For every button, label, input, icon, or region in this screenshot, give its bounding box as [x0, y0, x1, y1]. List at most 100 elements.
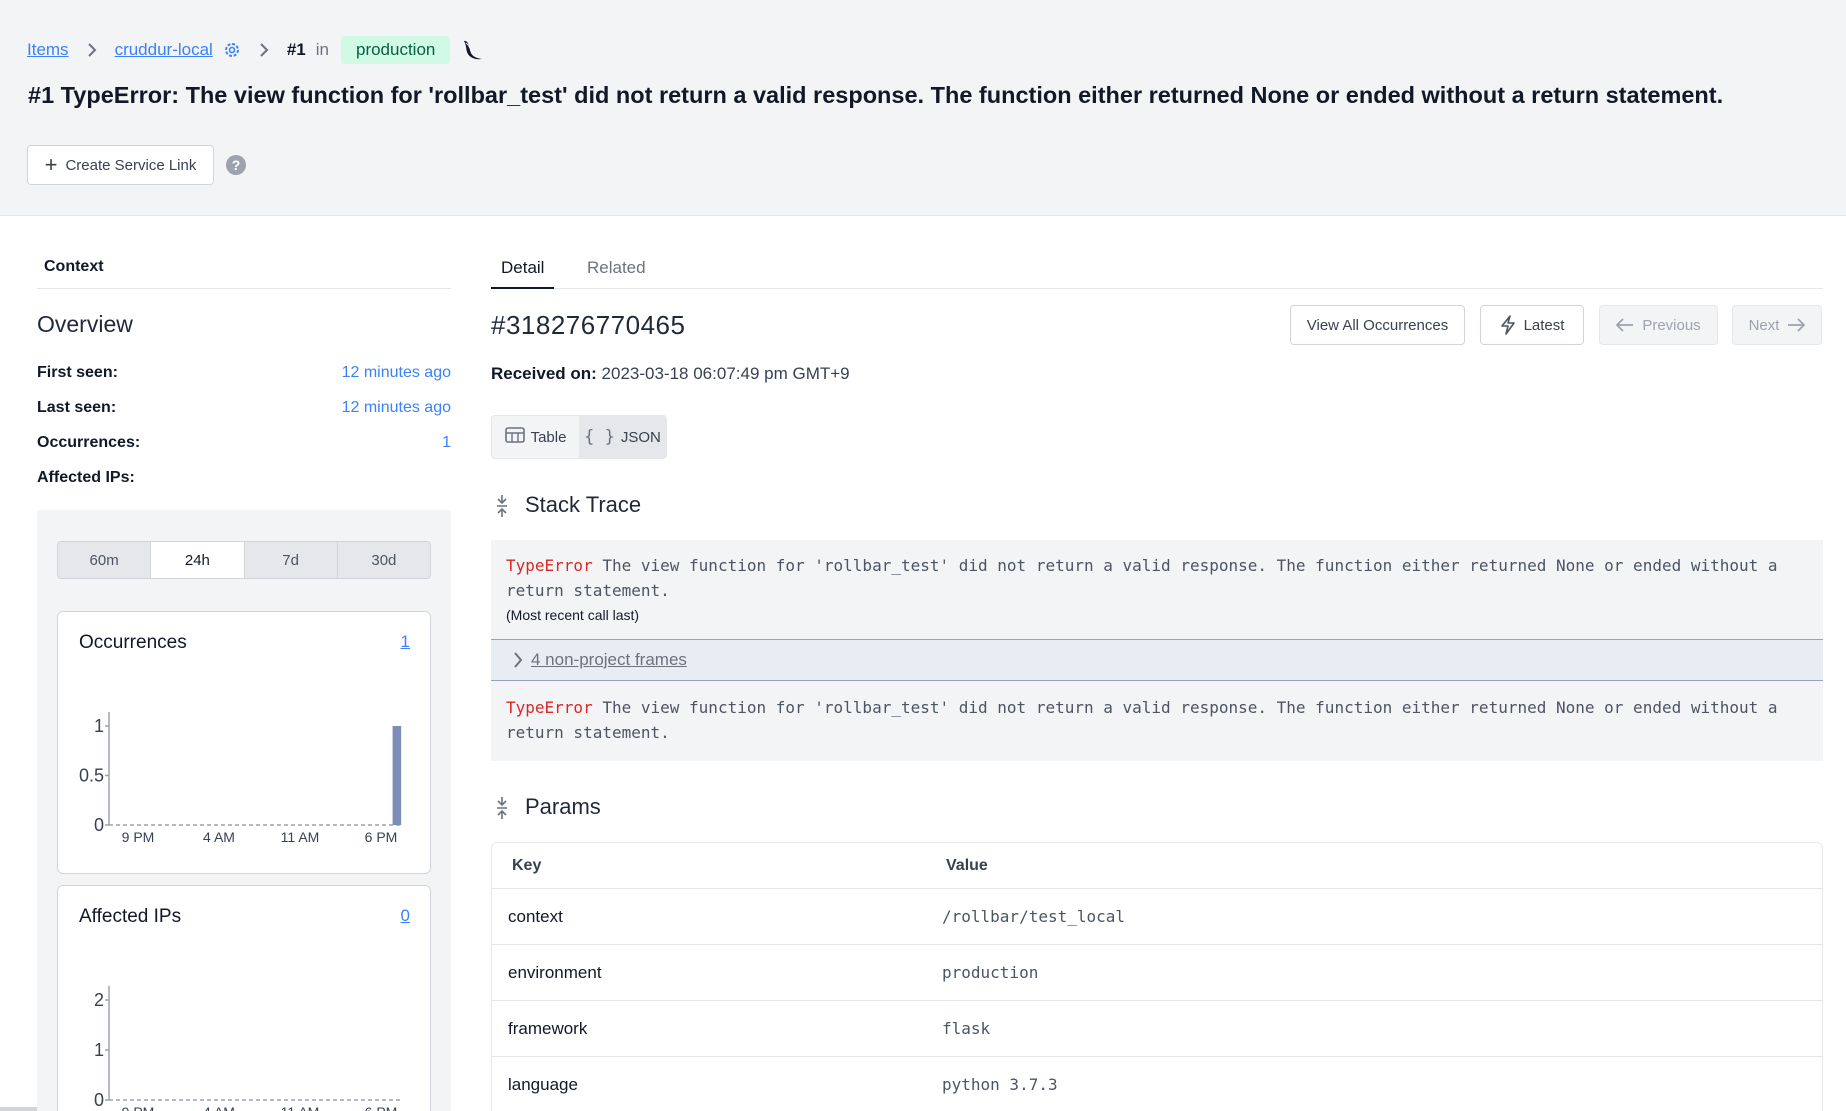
arrow-left-icon [1616, 318, 1634, 332]
table-row: language python 3.7.3 [492, 1057, 1822, 1111]
overview-label: First seen: [37, 364, 118, 381]
tab-detail[interactable]: Detail [501, 258, 544, 278]
chevron-right-icon [259, 43, 269, 57]
error-message: TypeError The view function for 'rollbar… [506, 553, 1808, 578]
in-label: in [315, 40, 329, 59]
help-icon[interactable]: ? [226, 155, 246, 175]
overview-value[interactable]: 12 minutes ago [342, 364, 451, 382]
collapse-icon[interactable] [495, 796, 509, 820]
stack-trace-footer: TypeError The view function for 'rollbar… [491, 681, 1823, 761]
view-toggle: Table { } JSON [491, 415, 667, 459]
gear-icon[interactable] [223, 41, 241, 59]
param-value: python 3.7.3 [942, 1075, 1058, 1094]
tab-context[interactable]: Context [44, 258, 104, 276]
x-tick-label: 4 AM [203, 1104, 235, 1111]
x-tick-label: 9 PM [122, 829, 155, 845]
item-header: Items cruddur-local #1 in production #1 … [0, 0, 1846, 216]
x-tick-label: 11 AM [281, 829, 320, 845]
overview-title: Overview [37, 311, 133, 337]
params-table: Key Value context /rollbar/test_local en… [491, 842, 1823, 1111]
y-tick-label: 0 [94, 1090, 104, 1110]
bar [392, 726, 402, 825]
occurrences-chart-card: Occurrences 1 0 0.5 1 9 PM 4 AM 11 AM 6 PM [57, 611, 431, 874]
lightning-icon [1500, 315, 1515, 335]
x-tick-label: 6 PM [365, 829, 398, 845]
create-service-link-label: Create Service Link [65, 156, 197, 174]
affected-ips-chart-card: Affected IPs 0 0129 PM4 AM11 AM6 PM [57, 885, 431, 1111]
table-icon [504, 427, 525, 447]
active-tab-indicator [491, 287, 554, 289]
y-tick-label: 0 [94, 815, 104, 835]
y-tick-label: 1 [94, 716, 104, 736]
json-view-button[interactable]: { } JSON [579, 416, 666, 458]
overview-value[interactable]: 12 minutes ago [342, 399, 451, 417]
plus-icon: + [44, 152, 58, 177]
received-value: 2023-03-18 06:07:49 pm GMT+9 [601, 364, 850, 383]
breadcrumb: Items cruddur-local #1 in production [27, 36, 486, 64]
occurrences-chart: 0 0.5 1 9 PM 4 AM 11 AM 6 PM [79, 712, 403, 845]
next-button[interactable]: Next [1732, 305, 1822, 345]
tab-related[interactable]: Related [587, 258, 646, 278]
divider [491, 288, 1823, 289]
table-header: Key Value [492, 843, 1822, 889]
chevron-right-icon [514, 652, 523, 668]
value-header: Value [946, 856, 988, 874]
page-title: #1 TypeError: The view function for 'rol… [28, 82, 1724, 108]
param-value: /rollbar/test_local [942, 907, 1126, 926]
overview-row-first-seen: First seen: 12 minutes ago [37, 364, 451, 382]
error-text-continued: return statement. [506, 723, 670, 742]
y-tick-label: 0.5 [79, 766, 104, 786]
json-view-label: JSON [620, 428, 661, 446]
breadcrumb-project-link[interactable]: cruddur-local [115, 40, 213, 60]
error-type: TypeError [506, 698, 593, 717]
error-text: The view function for 'rollbar_test' did… [602, 556, 1778, 575]
affected-ips-chart: 0 1 2 9 PM 4 AM 11 AM 6 PM [94, 986, 403, 1111]
divider [37, 288, 451, 289]
previous-button[interactable]: Previous [1599, 305, 1718, 345]
param-value: flask [942, 1019, 991, 1038]
received-label: Received on: [491, 364, 597, 383]
error-text-continued: return statement. [506, 581, 670, 600]
y-tick-label: 2 [94, 990, 104, 1010]
range-button-24h[interactable]: 24h [151, 542, 245, 578]
error-message: TypeError The view function for 'rollbar… [506, 695, 1808, 720]
range-button-7d[interactable]: 7d [244, 542, 338, 578]
table-view-button[interactable]: Table [492, 416, 579, 458]
arrow-right-icon [1788, 318, 1806, 332]
table-view-label: Table [530, 428, 567, 446]
latest-button[interactable]: Latest [1480, 305, 1584, 345]
y-tick-label: 1 [94, 1040, 104, 1060]
next-label: Next [1748, 316, 1780, 334]
occurrence-id: #318276770465 [491, 310, 686, 340]
overview-label: Last seen: [37, 399, 117, 416]
breadcrumb-items-link[interactable]: Items [27, 40, 69, 60]
param-value: production [942, 963, 1039, 982]
param-key: environment [508, 962, 602, 982]
item-number: #1 [286, 40, 306, 59]
received-on: Received on: 2023-03-18 06:07:49 pm GMT+… [491, 364, 850, 384]
braces-icon: { } [584, 427, 615, 447]
time-range-selector: 60m 24h 7d 30d [57, 541, 431, 579]
table-row: environment production [492, 945, 1822, 1001]
recent-call-note: (Most recent call last) [506, 607, 640, 623]
view-all-occurrences-button[interactable]: View All Occurrences [1290, 305, 1465, 345]
key-header: Key [512, 856, 542, 874]
overview-value[interactable]: 1 [442, 434, 451, 452]
range-button-60m[interactable]: 60m [58, 542, 152, 578]
param-key: language [508, 1074, 578, 1094]
stack-trace-title: Stack Trace [525, 492, 642, 517]
create-service-link-button[interactable]: + Create Service Link [27, 145, 214, 185]
scrollbar[interactable] [0, 1107, 37, 1111]
param-key: context [508, 906, 563, 926]
overview-row-occurrences: Occurrences: 1 [37, 434, 451, 452]
overview-row-last-seen: Last seen: 12 minutes ago [37, 399, 451, 417]
overview-label: Occurrences: [37, 434, 141, 451]
non-project-frames-toggle[interactable]: 4 non-project frames [491, 639, 1823, 681]
range-button-30d[interactable]: 30d [337, 542, 430, 578]
collapse-icon[interactable] [495, 494, 509, 518]
x-tick-label: 9 PM [122, 1104, 155, 1111]
error-text: The view function for 'rollbar_test' did… [602, 698, 1778, 717]
non-project-frames-link[interactable]: 4 non-project frames [531, 650, 687, 670]
table-row: framework flask [492, 1001, 1822, 1057]
x-tick-label: 11 AM [281, 1104, 320, 1111]
